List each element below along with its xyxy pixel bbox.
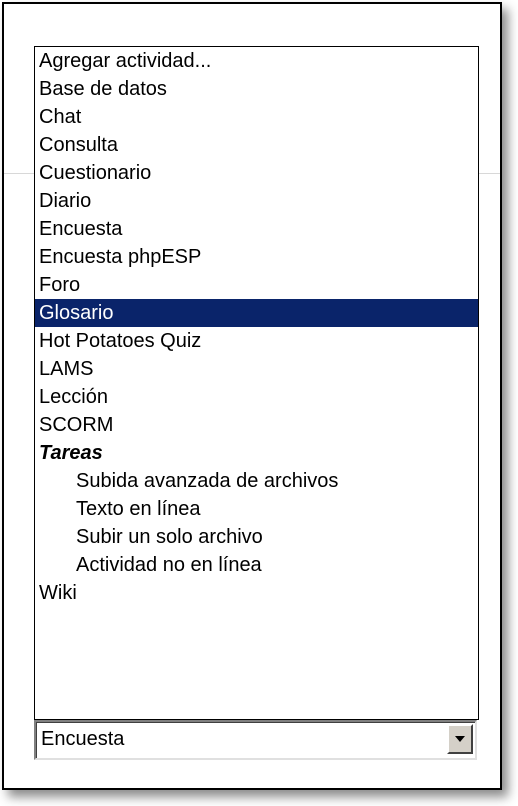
select-current-value: Encuesta	[41, 728, 125, 750]
option-texto-en-linea[interactable]: Texto en línea	[35, 495, 478, 523]
activity-select[interactable]: Encuesta	[34, 720, 477, 760]
option-chat[interactable]: Chat	[35, 103, 478, 131]
option-hot-potatoes-quiz[interactable]: Hot Potatoes Quiz	[35, 327, 478, 355]
optgroup-tareas: Tareas	[39, 442, 103, 464]
option-subida-avanzada-de-archivos[interactable]: Subida avanzada de archivos	[35, 467, 478, 495]
option-wiki[interactable]: Wiki	[35, 579, 478, 607]
option-diario[interactable]: Diario	[35, 187, 478, 215]
option-subir-un-solo-archivo[interactable]: Subir un solo archivo	[35, 523, 478, 551]
option-actividad-no-en-linea[interactable]: Actividad no en línea	[35, 551, 478, 579]
option-encuesta[interactable]: Encuesta	[35, 215, 478, 243]
option-foro[interactable]: Foro	[35, 271, 478, 299]
select-arrow-button[interactable]	[447, 724, 473, 754]
activity-dropdown-list[interactable]: Agregar actividad... Base de datos Chat …	[34, 46, 479, 720]
option-glosario[interactable]: Glosario	[35, 299, 478, 327]
option-scorm[interactable]: SCORM	[35, 411, 478, 439]
option-encuesta-phpesp[interactable]: Encuesta phpESP	[35, 243, 478, 271]
option-lams[interactable]: LAMS	[35, 355, 478, 383]
option-base-de-datos[interactable]: Base de datos	[35, 75, 478, 103]
chevron-down-icon	[455, 736, 465, 742]
option-leccion[interactable]: Lección	[35, 383, 478, 411]
screenshot-frame: Agregar actividad... Base de datos Chat …	[2, 2, 502, 790]
option-cuestionario[interactable]: Cuestionario	[35, 159, 478, 187]
option-agregar-actividad[interactable]: Agregar actividad...	[35, 47, 478, 75]
option-consulta[interactable]: Consulta	[35, 131, 478, 159]
